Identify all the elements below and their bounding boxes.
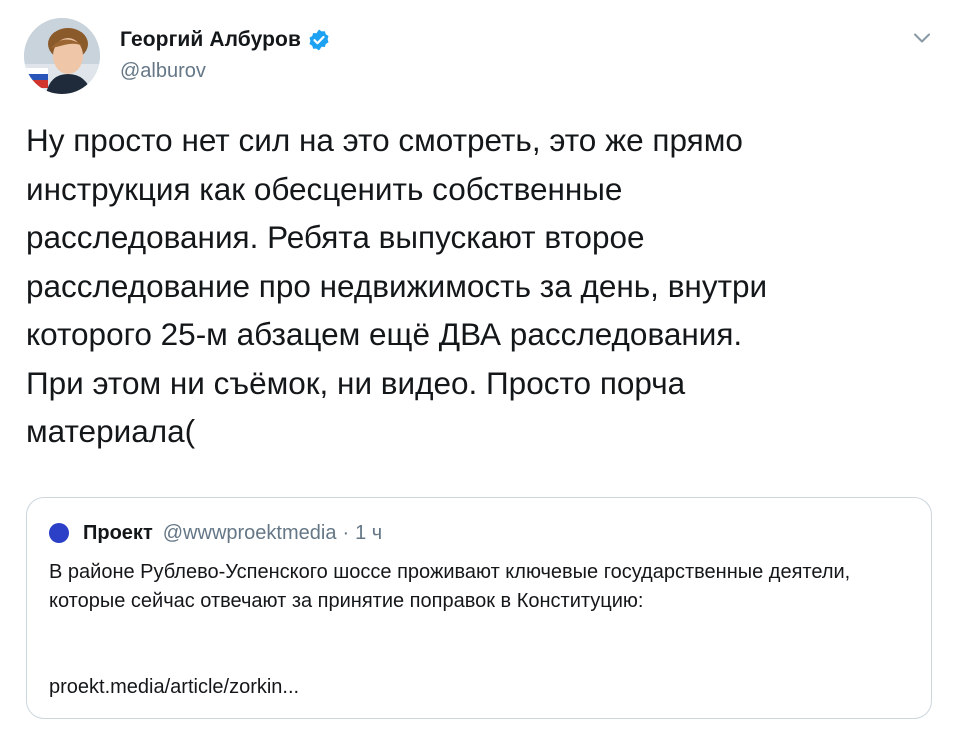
author-block[interactable]: Георгий Албуров @alburov <box>120 26 331 83</box>
quoted-author-avatar <box>49 523 69 543</box>
quoted-tweet[interactable]: Проект @wwwproektmedia · 1 ч В районе Ру… <box>26 497 932 719</box>
author-display-name[interactable]: Георгий Албуров <box>120 28 301 52</box>
author-avatar[interactable] <box>24 18 100 94</box>
quoted-author-handle: @wwwproektmedia <box>162 521 337 544</box>
verified-badge-icon <box>307 28 331 52</box>
quoted-tweet-link[interactable]: proekt.media/article/zorkin... <box>49 676 299 699</box>
avatar-photo <box>24 18 100 94</box>
quoted-author-name: Проект <box>83 521 153 544</box>
chevron-down-icon[interactable] <box>911 30 933 46</box>
author-name-row: Георгий Албуров <box>120 26 331 54</box>
quoted-timestamp: 1 ч <box>355 521 383 544</box>
quoted-tweet-header: Проект @wwwproektmedia · 1 ч <box>49 520 382 546</box>
author-handle[interactable]: @alburov <box>120 60 331 83</box>
tweet-text: Ну просто нет сил на это смотреть, это ж… <box>26 122 768 449</box>
tweet-card: Георгий Албуров @alburov Ну просто нет с… <box>0 0 960 746</box>
quoted-tweet-text: В районе Рублево-Успенского шоссе прожив… <box>49 561 851 612</box>
quoted-separator: · <box>342 521 350 544</box>
